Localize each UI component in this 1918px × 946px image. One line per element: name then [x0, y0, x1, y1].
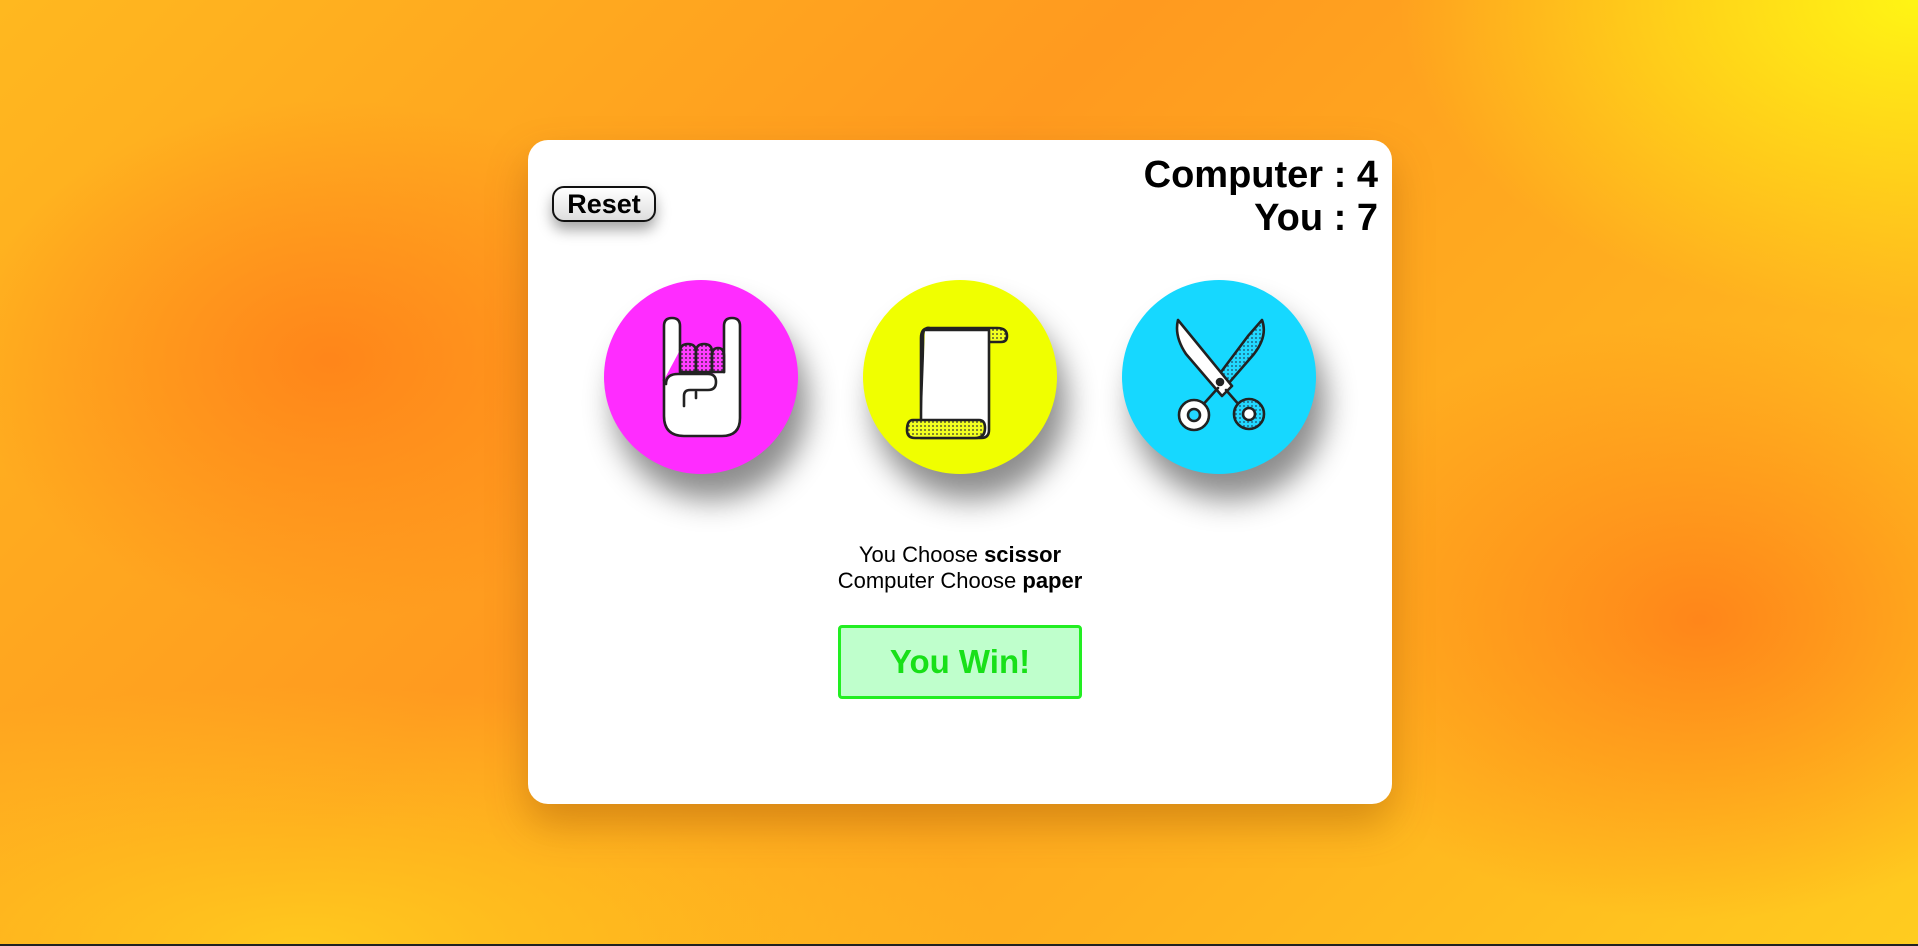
computer-score-separator: :	[1323, 154, 1357, 196]
you-score-separator: :	[1323, 197, 1357, 239]
round-result: You Choose scissor Computer Choose paper	[528, 542, 1392, 594]
scoreboard: Computer : 4 You : 7	[1144, 154, 1378, 240]
player-choice-prefix: You Choose	[858, 542, 978, 567]
computer-score: Computer : 4	[1144, 154, 1378, 197]
paper-choice-button[interactable]	[863, 280, 1057, 474]
you-score-value: 7	[1356, 197, 1378, 239]
scissors-icon	[1175, 318, 1266, 432]
computer-choice-prefix: Computer Choose	[837, 568, 1017, 593]
computer-choice-line: Computer Choose paper	[528, 568, 1392, 594]
scissor-choice-button[interactable]	[1122, 280, 1316, 474]
outcome-banner: You Win!	[838, 625, 1082, 699]
you-score: You : 7	[1144, 197, 1378, 240]
player-choice-line: You Choose scissor	[528, 542, 1392, 568]
computer-score-value: 4	[1356, 154, 1378, 196]
computer-score-label: Computer	[1143, 154, 1324, 196]
rock-choice-button[interactable]	[604, 280, 798, 474]
computer-choice-value: paper	[1022, 568, 1083, 593]
reset-button[interactable]: Reset	[552, 186, 656, 222]
you-score-label: You	[1254, 197, 1324, 239]
paper-scroll-icon	[905, 326, 1009, 440]
player-choice-value: scissor	[984, 542, 1062, 567]
rock-hand-icon	[662, 316, 742, 438]
game-card: Reset Computer : 4 You : 7 You Choose sc…	[528, 140, 1392, 804]
